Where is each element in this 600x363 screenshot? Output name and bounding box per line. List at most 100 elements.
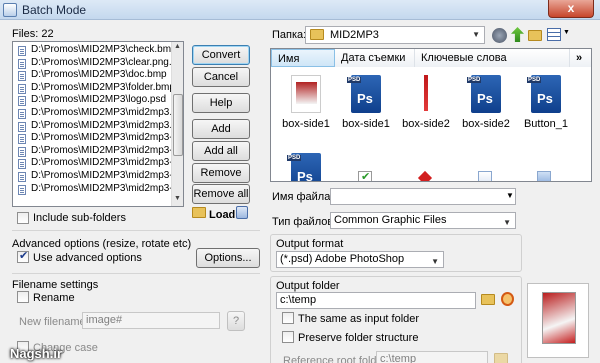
clear-file-icon[interactable] xyxy=(417,170,433,181)
file-list-item[interactable]: D:\Promos\MID2MP3\mid2mp3.jpg xyxy=(13,107,183,120)
file-path: D:\Promos\MID2MP3\mid2mp3-468 xyxy=(31,157,184,169)
new-folder-icon[interactable] xyxy=(528,28,543,41)
same-as-input-label: The same as input folder xyxy=(298,313,420,325)
check-file-icon[interactable]: ✔ xyxy=(358,171,372,181)
file-list-item[interactable]: D:\Promos\MID2MP3\mid2mp3-32x xyxy=(13,145,183,158)
file-thumbnail[interactable]: Ps xyxy=(275,153,337,181)
open-output-folder-icon[interactable] xyxy=(501,292,514,306)
file-path: D:\Promos\MID2MP3\check.bmp xyxy=(31,44,177,55)
scroll-up-arrow-icon[interactable]: ▲ xyxy=(174,43,181,50)
file-list-item[interactable]: D:\Promos\MID2MP3\folder.bmp xyxy=(13,82,183,95)
psd-file-icon: Ps xyxy=(527,75,561,113)
add-all-button[interactable]: Add all xyxy=(192,141,250,161)
file-thumbnail[interactable]: Ps Button_1 xyxy=(515,75,577,130)
options-button[interactable]: Options... xyxy=(196,248,260,268)
back-icon[interactable] xyxy=(492,28,507,43)
rename-checkbox[interactable] xyxy=(17,291,29,303)
file-list-item[interactable]: D:\Promos\MID2MP3\mid2mp3.png xyxy=(13,120,183,133)
more-columns[interactable]: » xyxy=(570,49,591,67)
reference-root-label: Reference root folder: xyxy=(283,355,390,363)
filename-field-input[interactable] xyxy=(330,188,516,205)
filetype-select-value: Common Graphic Files xyxy=(334,214,447,226)
divider xyxy=(12,273,260,274)
psd-file-icon: Ps xyxy=(287,153,321,181)
rename-label: Rename xyxy=(33,292,75,304)
file-list-item[interactable]: D:\Promos\MID2MP3\mid2mp3-468 xyxy=(13,170,183,183)
doc-file-icon[interactable] xyxy=(478,171,492,181)
file-thumbnail-label: box-side1 xyxy=(282,118,330,130)
file-list-item[interactable]: D:\Promos\MID2MP3\mid2mp3-125 xyxy=(13,132,183,145)
output-format-value: (*.psd) Adobe PhotoShop xyxy=(280,253,405,265)
close-button[interactable]: x xyxy=(548,0,594,18)
chevron-down-icon: ▼ xyxy=(472,30,480,39)
file-list-item[interactable]: D:\Promos\MID2MP3\doc.bmp xyxy=(13,69,183,82)
app-icon xyxy=(3,3,17,17)
preserve-structure-label: Preserve folder structure xyxy=(298,332,419,344)
load-folder-icon[interactable] xyxy=(192,207,208,219)
file-thumbnail[interactable]: Ps box-side2 xyxy=(455,75,517,130)
filename-field-label: Имя файла: xyxy=(272,191,334,203)
file-list-item[interactable]: D:\Promos\MID2MP3\clear.png.bmp xyxy=(13,57,183,70)
filename-dropdown-arrow-icon[interactable]: ▼ xyxy=(506,191,514,200)
folder-label: Папка: xyxy=(272,29,307,41)
filetype-label: Тип файлов: xyxy=(272,216,337,228)
file-thumbnail[interactable]: box-side1 xyxy=(275,75,337,130)
folder-select[interactable]: MID2MP3 ▼ xyxy=(305,26,485,44)
filename-help-button[interactable]: ? xyxy=(227,311,245,331)
file-list-item[interactable]: D:\Promos\MID2MP3\mid2mp3-468 xyxy=(13,157,183,170)
output-folder-input[interactable]: c:\temp xyxy=(276,292,476,309)
folder-icon xyxy=(310,29,324,40)
folder-file-icon[interactable] xyxy=(537,171,551,181)
scrollbar-thumb[interactable] xyxy=(173,94,183,156)
file-browser-pane[interactable]: Имя Дата съемки Ключевые слова » box-sid… xyxy=(270,48,592,182)
include-subfolders-checkbox[interactable] xyxy=(17,212,29,224)
file-path: D:\Promos\MID2MP3\doc.bmp xyxy=(31,69,167,81)
use-advanced-checkbox[interactable] xyxy=(17,249,29,263)
file-list[interactable]: D:\Promos\MID2MP3\check.bmp D:\Promos\MID… xyxy=(12,41,184,207)
add-button[interactable]: Add xyxy=(192,119,250,139)
file-list-item[interactable]: D:\Promos\MID2MP3\mid2mp3-468 xyxy=(13,183,183,196)
files-count-label: Files: 22 xyxy=(12,28,54,40)
column-name[interactable]: Имя xyxy=(271,49,335,67)
reference-root-input[interactable]: c:\temp xyxy=(376,351,488,363)
file-thumbnail[interactable]: box-side2 xyxy=(395,75,457,130)
file-list-item[interactable]: D:\Promos\MID2MP3\check.bmp xyxy=(13,44,183,57)
view-menu-icon[interactable] xyxy=(547,28,561,41)
file-path: D:\Promos\MID2MP3\mid2mp3-32x xyxy=(31,144,184,156)
file-thumbnail[interactable]: Ps box-side1 xyxy=(335,75,397,130)
help-button[interactable]: Help xyxy=(192,93,250,113)
document-icon xyxy=(18,71,26,82)
file-path: D:\Promos\MID2MP3\logo.psd xyxy=(31,94,167,106)
up-folder-icon[interactable] xyxy=(511,27,524,42)
column-keywords[interactable]: Ключевые слова xyxy=(415,49,570,67)
document-icon xyxy=(18,96,26,107)
output-format-select[interactable]: (*.psd) Adobe PhotoShop ▼ xyxy=(276,251,444,268)
document-icon xyxy=(18,83,26,94)
column-date[interactable]: Дата съемки xyxy=(335,49,415,67)
file-thumbnail-label: box-side2 xyxy=(462,118,510,130)
load-label[interactable]: Load xyxy=(209,209,235,221)
preserve-structure-checkbox[interactable] xyxy=(282,331,294,343)
file-path: D:\Promos\MID2MP3\mid2mp3-468 xyxy=(31,182,184,194)
file-list-item[interactable]: D:\Promos\MID2MP3\logo.psd xyxy=(13,94,183,107)
remove-button[interactable]: Remove xyxy=(192,163,250,183)
file-path: D:\Promos\MID2MP3\mid2mp3-125 xyxy=(31,132,184,144)
scroll-down-arrow-icon[interactable]: ▼ xyxy=(174,195,181,202)
convert-button[interactable]: Convert xyxy=(192,45,250,65)
new-filename-input[interactable]: image# xyxy=(82,312,220,329)
window-title: Batch Mode xyxy=(22,3,87,17)
remove-all-button[interactable]: Remove all xyxy=(192,184,250,204)
use-advanced-label: Use advanced options xyxy=(33,252,142,264)
reference-browse-folder-icon[interactable] xyxy=(494,353,508,363)
view-dropdown-arrow-icon[interactable]: ▼ xyxy=(563,29,570,36)
psd-file-icon: Ps xyxy=(467,75,501,113)
cancel-button[interactable]: Cancel xyxy=(192,67,250,87)
save-disk-icon[interactable] xyxy=(236,206,248,219)
same-as-input-checkbox[interactable] xyxy=(282,312,294,324)
filetype-select[interactable]: Common Graphic Files ▼ xyxy=(330,212,516,229)
document-icon xyxy=(18,184,26,195)
image-thumbnail-icon xyxy=(291,75,321,113)
browse-folder-icon[interactable] xyxy=(481,294,496,306)
file-list-scrollbar[interactable]: ▲ ▼ xyxy=(171,42,183,206)
output-folder-title: Output folder xyxy=(276,280,340,292)
